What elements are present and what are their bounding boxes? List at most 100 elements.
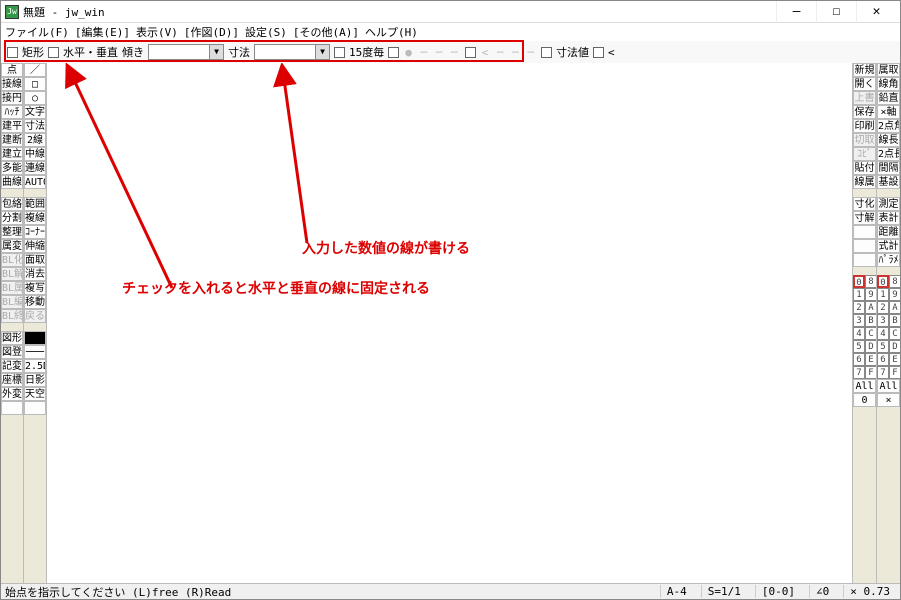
tool-button[interactable]: ×軸 <box>877 105 900 119</box>
lt-checkbox[interactable] <box>593 47 604 58</box>
tool-button[interactable]: 建断 <box>1 133 23 147</box>
tool-button[interactable]: 寸法 <box>24 119 46 133</box>
tool-button[interactable]: 中線 <box>24 147 46 161</box>
layer-button[interactable]: 2 <box>853 301 865 314</box>
tool-button[interactable]: 距離 <box>877 225 900 239</box>
tool-button[interactable]: 座標 <box>1 373 23 387</box>
all-button[interactable]: All <box>877 379 900 393</box>
tool-button[interactable]: 貼付 <box>853 161 876 175</box>
layergroup-button[interactable]: 5 <box>877 340 889 353</box>
layer-button[interactable]: 0 <box>853 275 865 288</box>
tool-button[interactable]: 複写 <box>24 281 46 295</box>
layergroup-button[interactable]: 0 <box>877 275 889 288</box>
tool-button[interactable] <box>1 401 23 415</box>
layergroup-button[interactable]: 3 <box>877 314 889 327</box>
incl-combo[interactable]: ▼ <box>148 44 224 60</box>
tool-button[interactable]: 範囲 <box>24 197 46 211</box>
tool-button[interactable]: 連線 <box>24 161 46 175</box>
layergroup-button[interactable]: F <box>889 366 901 379</box>
tool-button[interactable]: 寸解 <box>853 211 876 225</box>
tool-button[interactable]: 線長 <box>877 133 900 147</box>
menu-edit[interactable]: [編集(E)] <box>75 24 130 40</box>
tool-button[interactable]: 2点角 <box>877 119 900 133</box>
rect-checkbox[interactable] <box>7 47 18 58</box>
all-value[interactable]: × <box>877 393 900 407</box>
menu-draw[interactable]: [作図(D)] <box>184 24 239 40</box>
all-value[interactable]: 0 <box>853 393 876 407</box>
layer-button[interactable]: 4 <box>853 327 865 340</box>
tool-button[interactable]: 接線 <box>1 77 23 91</box>
menu-view[interactable]: 表示(V) <box>136 24 178 40</box>
tool-button[interactable]: 線属 <box>853 175 876 189</box>
all-button[interactable]: All <box>853 379 876 393</box>
tool-button[interactable]: 建立 <box>1 147 23 161</box>
tool-button[interactable]: 点 <box>1 63 23 77</box>
menu-file[interactable]: ファイル(F) <box>5 24 69 40</box>
tool-button[interactable]: 包絡 <box>1 197 23 211</box>
linetype-swatch[interactable]: ─── <box>24 345 46 359</box>
tool-button[interactable]: 面取 <box>24 253 46 267</box>
tool-button[interactable]: 2線 <box>24 133 46 147</box>
tool-button[interactable]: 外変 <box>1 387 23 401</box>
tool-button[interactable]: 曲線 <box>1 175 23 189</box>
tool-button[interactable]: BL編 <box>1 295 23 309</box>
layergroup-button[interactable]: 6 <box>877 353 889 366</box>
tool-button[interactable]: ｺｰﾅｰ <box>24 225 46 239</box>
layergroup-button[interactable]: 1 <box>877 288 889 301</box>
layergroup-button[interactable]: E <box>889 353 901 366</box>
tool-button[interactable]: AUTO <box>24 175 46 189</box>
layergroup-button[interactable]: D <box>889 340 901 353</box>
layergroup-button[interactable]: 8 <box>889 275 901 288</box>
tool-line-icon[interactable]: ／ <box>24 63 46 77</box>
status-papersize[interactable]: A-4 <box>660 585 693 598</box>
tool-button[interactable]: ﾊﾟﾗﾒ <box>877 253 900 267</box>
maximize-button[interactable]: ☐ <box>816 1 856 23</box>
tool-button[interactable]: 伸縮 <box>24 239 46 253</box>
status-angle[interactable]: ∠0 <box>809 585 835 598</box>
tool-button[interactable]: 表計 <box>877 211 900 225</box>
tool-button[interactable]: 属取 <box>877 63 900 77</box>
tool-button[interactable]: 開く <box>853 77 876 91</box>
tool-button[interactable]: BL解 <box>1 267 23 281</box>
tool-button[interactable]: BL化 <box>1 253 23 267</box>
minimize-button[interactable]: — <box>776 1 816 23</box>
tool-button[interactable]: 基設 <box>877 175 900 189</box>
tool-button[interactable]: 間隔 <box>877 161 900 175</box>
tool-button[interactable]: 属変 <box>1 239 23 253</box>
hv-checkbox[interactable] <box>48 47 59 58</box>
menu-other[interactable]: [その他(A)] <box>293 24 359 40</box>
tool-button[interactable]: ｺﾋﾟ <box>853 147 876 161</box>
layer-button[interactable]: 5 <box>853 340 865 353</box>
tool-button[interactable]: 上書 <box>853 91 876 105</box>
tool-button[interactable]: 図登 <box>1 345 23 359</box>
tool-button[interactable]: 戻る <box>24 309 46 323</box>
tool-button[interactable] <box>853 239 876 253</box>
layer-button[interactable]: 3 <box>853 314 865 327</box>
tool-button[interactable]: 寸化 <box>853 197 876 211</box>
tool-button[interactable]: 建平 <box>1 119 23 133</box>
tool-button[interactable]: 移動 <box>24 295 46 309</box>
dim-combo[interactable]: ▼ <box>254 44 330 60</box>
tool-button[interactable]: 測定 <box>877 197 900 211</box>
tool-button[interactable]: BL属 <box>1 281 23 295</box>
tool-circle-icon[interactable]: ○ <box>24 91 46 105</box>
layergroup-button[interactable]: B <box>889 314 901 327</box>
menu-help[interactable]: ヘルプ(H) <box>365 24 418 40</box>
layer-button[interactable]: 7 <box>853 366 865 379</box>
tool-button[interactable]: 2.5D <box>24 359 46 373</box>
tool-button[interactable]: 日影 <box>24 373 46 387</box>
menu-settings[interactable]: 設定(S) <box>245 24 287 40</box>
tool-button[interactable]: 印刷 <box>853 119 876 133</box>
tool-button[interactable]: 分割 <box>1 211 23 225</box>
tool-button[interactable] <box>853 253 876 267</box>
layer-button[interactable]: 1 <box>853 288 865 301</box>
tool-button[interactable]: 保存 <box>853 105 876 119</box>
layergroup-button[interactable]: 9 <box>889 288 901 301</box>
tool-button[interactable]: 線角 <box>877 77 900 91</box>
layer-button[interactable]: 6 <box>853 353 865 366</box>
status-zoom[interactable]: × 0.73 <box>843 585 896 598</box>
drawing-canvas[interactable]: 入力した数値の線が書ける チェックを入れると水平と垂直の線に固定される <box>47 63 852 583</box>
layergroup-button[interactable]: 2 <box>877 301 889 314</box>
tool-button[interactable] <box>853 225 876 239</box>
tool-button[interactable]: 鉛直 <box>877 91 900 105</box>
